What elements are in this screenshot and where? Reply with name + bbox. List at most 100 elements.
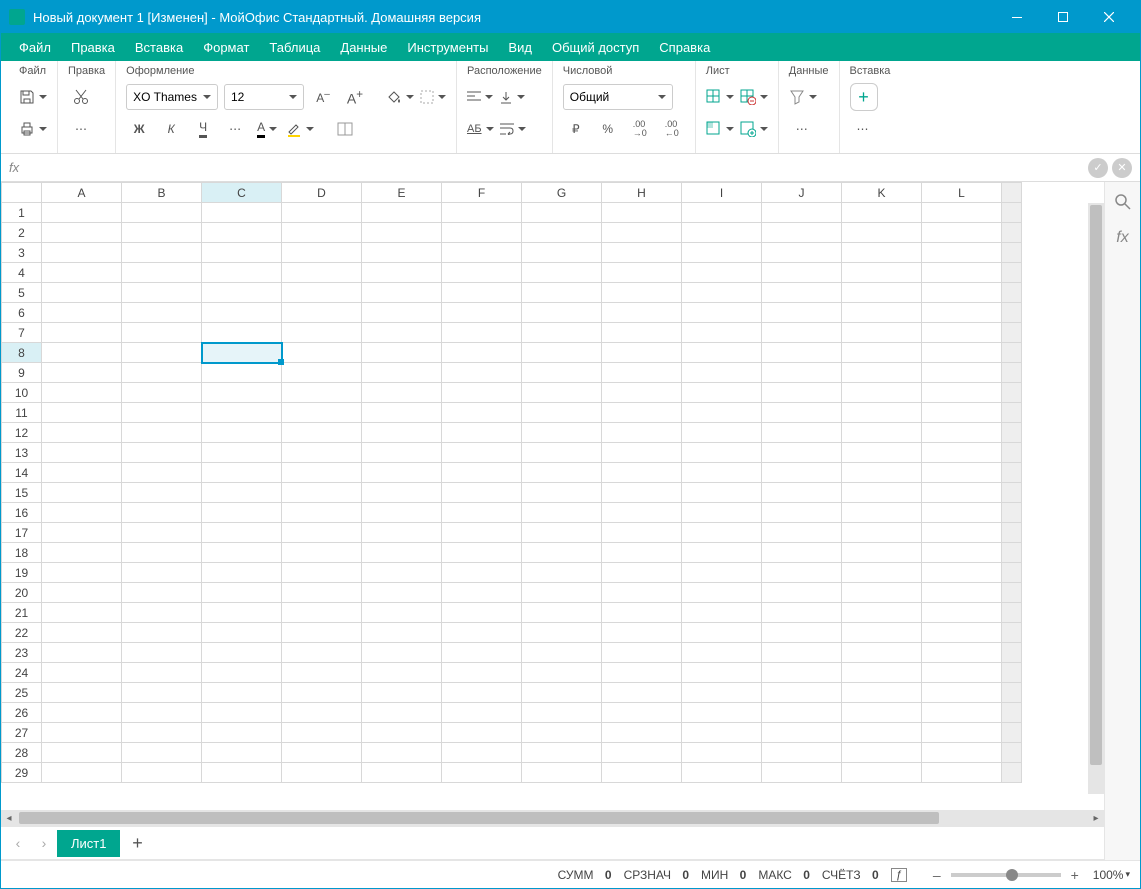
cell-G15[interactable] [522, 483, 602, 503]
cell-L13[interactable] [922, 443, 1002, 463]
cell-D11[interactable] [282, 403, 362, 423]
cell-D6[interactable] [282, 303, 362, 323]
cell-H25[interactable] [602, 683, 682, 703]
cell-G12[interactable] [522, 423, 602, 443]
cell-A2[interactable] [42, 223, 122, 243]
menu-help[interactable]: Справка [649, 36, 720, 59]
cell-J9[interactable] [762, 363, 842, 383]
cell-D5[interactable] [282, 283, 362, 303]
cell-C11[interactable] [202, 403, 282, 423]
cell-E19[interactable] [362, 563, 442, 583]
cell-H27[interactable] [602, 723, 682, 743]
borders-dropdown[interactable] [420, 84, 446, 110]
column-header-A[interactable]: A [42, 183, 122, 203]
cell-C14[interactable] [202, 463, 282, 483]
cell-C3[interactable] [202, 243, 282, 263]
row-header-20[interactable]: 20 [2, 583, 42, 603]
formula-accept-button[interactable]: ✓ [1088, 158, 1108, 178]
cell-B18[interactable] [122, 543, 202, 563]
cell-K4[interactable] [842, 263, 922, 283]
column-header-I[interactable]: I [682, 183, 762, 203]
cell-C24[interactable] [202, 663, 282, 683]
cell-A15[interactable] [42, 483, 122, 503]
row-header-10[interactable]: 10 [2, 383, 42, 403]
row-header-21[interactable]: 21 [2, 603, 42, 623]
cell-F27[interactable] [442, 723, 522, 743]
scroll-left-arrow[interactable]: ◂ [1, 813, 17, 824]
cell-G10[interactable] [522, 383, 602, 403]
cell-C13[interactable] [202, 443, 282, 463]
cell-B24[interactable] [122, 663, 202, 683]
cell-L11[interactable] [922, 403, 1002, 423]
cell-J25[interactable] [762, 683, 842, 703]
more-data-button[interactable]: ⋯ [789, 116, 815, 142]
cell-J10[interactable] [762, 383, 842, 403]
column-header-E[interactable]: E [362, 183, 442, 203]
column-header-D[interactable]: D [282, 183, 362, 203]
more-insert-button[interactable]: ⋯ [850, 116, 876, 142]
cell-B21[interactable] [122, 603, 202, 623]
cell-B19[interactable] [122, 563, 202, 583]
cell-C17[interactable] [202, 523, 282, 543]
cell-F4[interactable] [442, 263, 522, 283]
cell-H29[interactable] [602, 763, 682, 783]
cell-C22[interactable] [202, 623, 282, 643]
cell-B3[interactable] [122, 243, 202, 263]
horizontal-scrollbar[interactable]: ◂ ▸ [1, 810, 1104, 826]
cell-I17[interactable] [682, 523, 762, 543]
cell-L9[interactable] [922, 363, 1002, 383]
highlight-dropdown[interactable] [286, 116, 314, 142]
cell-E21[interactable] [362, 603, 442, 623]
cell-E24[interactable] [362, 663, 442, 683]
menu-edit[interactable]: Правка [61, 36, 125, 59]
cell-G22[interactable] [522, 623, 602, 643]
cell-D7[interactable] [282, 323, 362, 343]
cell-E3[interactable] [362, 243, 442, 263]
cell-L10[interactable] [922, 383, 1002, 403]
cell-J24[interactable] [762, 663, 842, 683]
cell-I2[interactable] [682, 223, 762, 243]
group-dropdown[interactable] [740, 116, 768, 142]
cell-H8[interactable] [602, 343, 682, 363]
italic-button[interactable]: К [158, 116, 184, 142]
cell-I4[interactable] [682, 263, 762, 283]
cell-C20[interactable] [202, 583, 282, 603]
cell-B11[interactable] [122, 403, 202, 423]
cell-G25[interactable] [522, 683, 602, 703]
cell-K13[interactable] [842, 443, 922, 463]
cell-E6[interactable] [362, 303, 442, 323]
cell-B16[interactable] [122, 503, 202, 523]
cell-H16[interactable] [602, 503, 682, 523]
cell-C10[interactable] [202, 383, 282, 403]
cell-G5[interactable] [522, 283, 602, 303]
cell-K20[interactable] [842, 583, 922, 603]
cell-F11[interactable] [442, 403, 522, 423]
cell-A21[interactable] [42, 603, 122, 623]
cell-I14[interactable] [682, 463, 762, 483]
cell-I6[interactable] [682, 303, 762, 323]
zoom-slider-thumb[interactable] [1006, 869, 1018, 881]
cell-E7[interactable] [362, 323, 442, 343]
wrap-text-dropdown[interactable] [500, 116, 526, 142]
scrollbar-thumb[interactable] [1090, 205, 1102, 765]
cell-E10[interactable] [362, 383, 442, 403]
row-header-29[interactable]: 29 [2, 763, 42, 783]
cell-B14[interactable] [122, 463, 202, 483]
cell-F21[interactable] [442, 603, 522, 623]
cell-I5[interactable] [682, 283, 762, 303]
cell-G6[interactable] [522, 303, 602, 323]
cell-L20[interactable] [922, 583, 1002, 603]
cell-B1[interactable] [122, 203, 202, 223]
cell-A26[interactable] [42, 703, 122, 723]
cell-C12[interactable] [202, 423, 282, 443]
cell-C23[interactable] [202, 643, 282, 663]
column-header-G[interactable]: G [522, 183, 602, 203]
cell-K3[interactable] [842, 243, 922, 263]
row-header-8[interactable]: 8 [2, 343, 42, 363]
cell-L23[interactable] [922, 643, 1002, 663]
cell-J23[interactable] [762, 643, 842, 663]
cell-K29[interactable] [842, 763, 922, 783]
cell-J21[interactable] [762, 603, 842, 623]
row-header-24[interactable]: 24 [2, 663, 42, 683]
cell-G28[interactable] [522, 743, 602, 763]
